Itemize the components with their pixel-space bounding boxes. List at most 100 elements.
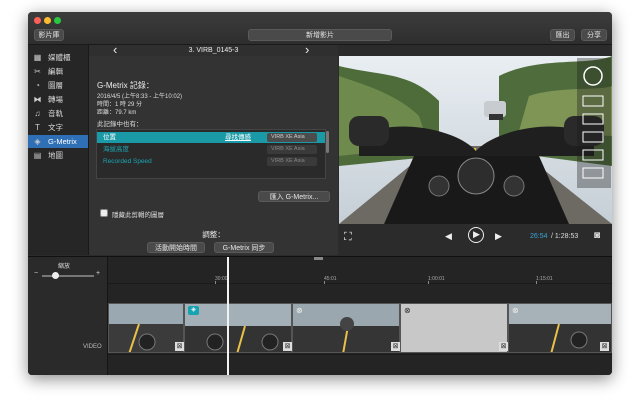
sidebar-item--[interactable]: ⧓ 轉場 (28, 93, 88, 106)
hide-overlay-checkbox[interactable] (100, 209, 108, 217)
track-header-column: 縮放 − + VIDEO (28, 257, 108, 375)
video-preview[interactable] (339, 56, 612, 224)
zoom-window-button[interactable] (54, 17, 61, 24)
video-controls: ⛶ ◀ ▶ ▶ 26:54 / 1:28:53 ◙ (339, 224, 612, 255)
time-ruler[interactable]: 30:00 45:01 1:00:01 1:15:01 (108, 257, 612, 284)
device-select[interactable]: VIRB XE Asia (267, 133, 317, 142)
text-icon: T (35, 123, 40, 132)
sidebar-item--[interactable]: ✂ 編輯 (28, 65, 88, 78)
ruler-label: 1:15:01 (536, 276, 553, 282)
sidebar-item-label: 編輯 (48, 67, 63, 76)
next-clip-icon[interactable]: › (305, 42, 309, 57)
total-time: / 1:28:53 (551, 233, 579, 240)
sidebar-item--[interactable]: ♫ 音軌 (28, 107, 88, 120)
zoom-in-icon[interactable]: + (96, 270, 100, 277)
device-select[interactable]: VIRB XE Asia (267, 145, 317, 154)
map-icon: ▤ (33, 151, 42, 160)
gmetrix-badge-icon: ◈ (188, 306, 199, 315)
sensor-row[interactable]: Recorded Speed VIRB XE Asia (97, 156, 325, 167)
video-clip-5[interactable]: ⊗ (508, 303, 612, 353)
zoom-slider-knob[interactable] (51, 272, 59, 279)
camera-snapshot-icon[interactable]: ◙ (594, 230, 600, 241)
sensor-row[interactable]: 位置 尋找傳感 VIRB XE Asia (97, 132, 325, 143)
sidebar-item--[interactable]: ▦ 媒體櫃 (28, 51, 88, 64)
sidebar-item-label: 地圖 (48, 151, 63, 160)
close-window-button[interactable] (34, 17, 41, 24)
title-bar: 影片庫 新增影片 匯出 分享 (28, 12, 612, 45)
link-badge-icon: ⊗ (512, 306, 519, 315)
sensor-row[interactable]: 海拔高度 VIRB XE Asia (97, 144, 325, 155)
clip-thumbnail (509, 304, 611, 352)
gmetrix-sync-button[interactable]: G-Metrix 同步 (214, 242, 274, 253)
playhead[interactable] (227, 257, 229, 375)
clip-nav-bar: ‹ 3. VIRB_0145-3 › (89, 42, 338, 57)
export-button[interactable]: 匯出 (550, 29, 575, 41)
zoom-out-icon[interactable]: − (34, 270, 38, 277)
clip-thumbnail (293, 304, 399, 352)
track-divider (108, 354, 612, 355)
gauge-icon: ◔ (35, 81, 40, 90)
video-clip-3[interactable]: ⊗ (292, 303, 400, 353)
activity-start-time-button[interactable]: 活動開始時間 (147, 242, 205, 253)
library-button[interactable]: 影片庫 (34, 29, 64, 41)
sidebar-item-label: 轉場 (48, 95, 63, 104)
clip-thumbnail (185, 304, 291, 352)
video-frame (339, 56, 612, 224)
fullscreen-icon[interactable]: ⛶ (344, 231, 352, 244)
project-title-button[interactable]: 新增影片 (248, 29, 392, 41)
video-clip-4[interactable]: ⊗ (400, 303, 508, 353)
ruler-label: 1:00:01 (428, 276, 445, 282)
sidebar-item-label: 音軌 (48, 109, 63, 118)
zoom-label: 縮放 (58, 264, 71, 270)
play-button[interactable]: ▶ (468, 227, 484, 243)
splitter-handle[interactable] (314, 257, 323, 260)
sidebar-item-label: 文字 (48, 123, 63, 132)
sensor-table: 位置 尋找傳感 VIRB XE Asia 海拔高度 VIRB XE Asia Record… (96, 129, 326, 179)
video-clip-2[interactable]: ◈ (184, 303, 292, 353)
link-badge-icon: ⊗ (404, 306, 411, 315)
video-track-label: VIDEO (83, 344, 102, 350)
music-note-icon: ♫ (34, 109, 41, 118)
app-window: 影片庫 新增影片 匯出 分享 ▦ 媒體櫃 ✂ 編輯 ◔ 圖層 ⧓ 轉場 ♫ 音軌 T 文字 ◈ G-Met… (28, 12, 612, 375)
record-distance: 距離：79.7 km (97, 110, 137, 116)
ruler-tick (215, 281, 216, 284)
sensor-name: 海拔高度 (103, 146, 129, 153)
sidebar: ▦ 媒體櫃 ✂ 編輯 ◔ 圖層 ⧓ 轉場 ♫ 音軌 T 文字 ◈ G-Metrix ▤ 地圖 (28, 45, 89, 255)
minimize-window-button[interactable] (44, 17, 51, 24)
current-time: 26:54 (530, 233, 548, 240)
contains-label: 此記錄中也有： (97, 121, 143, 128)
film-strip-icon: ▦ (33, 53, 42, 62)
clip-title: 3. VIRB_0145-3 (188, 47, 239, 54)
table-scrollbar[interactable] (326, 131, 329, 153)
sidebar-item-label: G-Metrix (48, 137, 77, 146)
scissors-icon: ✂ (34, 67, 41, 76)
share-button[interactable]: 分享 (581, 29, 607, 41)
transition-icon[interactable]: ⊠ (600, 342, 609, 351)
transition-icon: ⧓ (33, 95, 42, 104)
clip-thumbnail (109, 304, 183, 352)
gmetrix-panel: ‹ 3. VIRB_0145-3 › G-Metrix 記錄： 2016/4/5… (89, 42, 338, 255)
record-title: G-Metrix 記錄： (97, 81, 154, 90)
previous-frame-icon[interactable]: ◀ (445, 231, 452, 242)
import-gmetrix-button[interactable]: 匯入 G-Metrix... (258, 191, 330, 202)
find-sensor-link[interactable]: 尋找傳感 (225, 132, 251, 143)
transition-icon[interactable]: ⊠ (391, 342, 400, 351)
ruler-tick (428, 281, 429, 284)
link-badge-icon: ⊗ (296, 306, 303, 315)
timeline: 縮放 − + VIDEO 30:00 45:01 1:00:01 1:15:01 ◈ … (28, 256, 612, 375)
sidebar-item-label: 媒體櫃 (48, 53, 71, 62)
zoom-slider-track[interactable] (42, 275, 94, 277)
video-clip-1[interactable] (108, 303, 184, 353)
sidebar-item--[interactable]: ◔ 圖層 (28, 79, 88, 92)
transition-icon[interactable]: ⊠ (499, 342, 508, 351)
sidebar-item--[interactable]: T 文字 (28, 121, 88, 134)
transition-icon[interactable]: ⊠ (175, 342, 184, 351)
device-select[interactable]: VIRB XE Asia (267, 157, 317, 166)
next-frame-icon[interactable]: ▶ (495, 231, 502, 242)
ruler-label: 45:01 (324, 276, 337, 282)
play-icon: ▶ (473, 229, 480, 239)
sidebar-item--[interactable]: ▤ 地圖 (28, 149, 88, 162)
sidebar-item-label: 圖層 (48, 81, 63, 90)
transition-icon[interactable]: ⊠ (283, 342, 292, 351)
sidebar-item-g-metrix[interactable]: ◈ G-Metrix (28, 135, 88, 148)
